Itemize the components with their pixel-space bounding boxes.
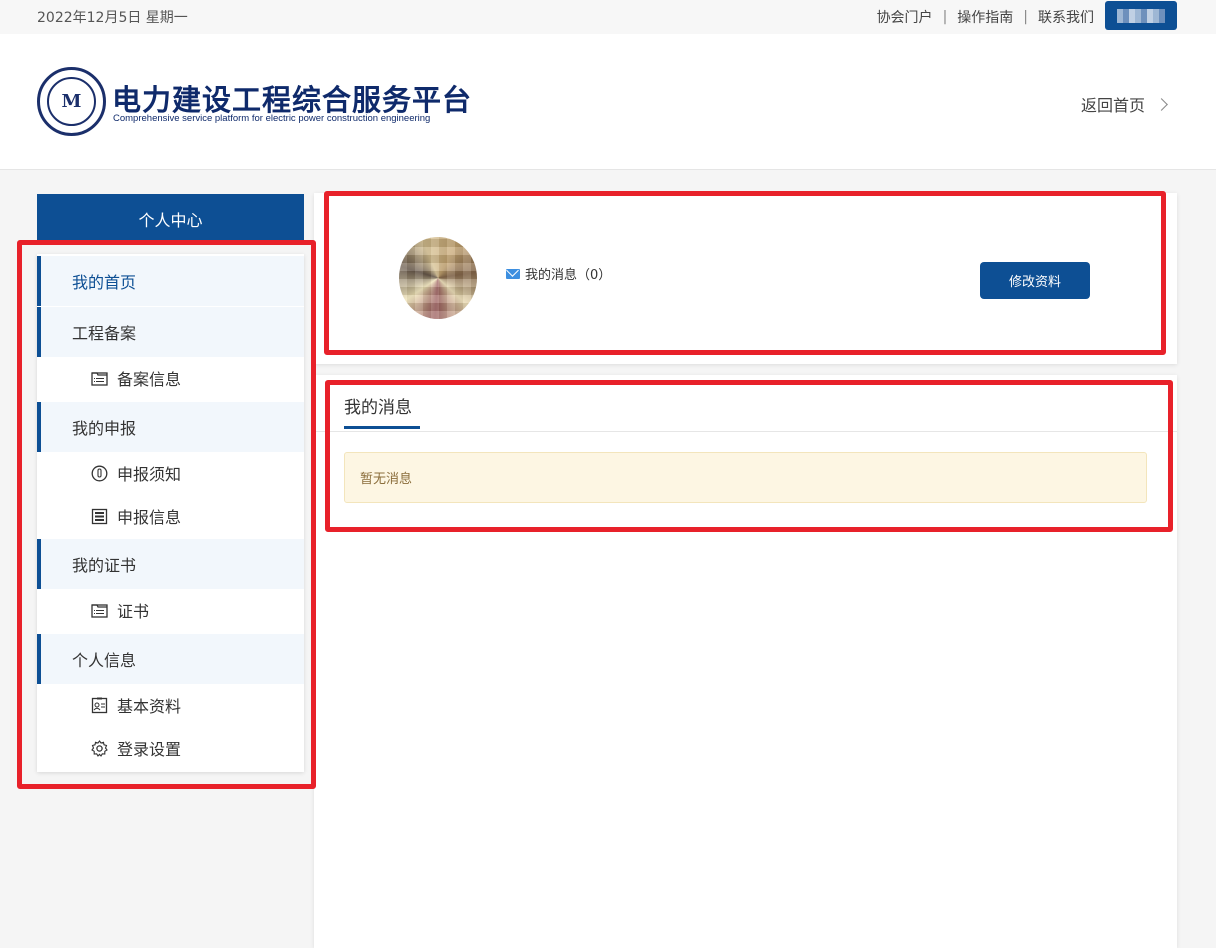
tab-divider [314,431,1177,432]
sidebar-item-label: 备案信息 [117,370,182,389]
sidebar-item-label: 证书 [117,602,150,621]
empty-messages-notice: 暂无消息 [344,452,1147,503]
document-list-icon [91,508,108,525]
sidebar-item-label: 申报信息 [117,508,182,527]
link-separator: | [1023,9,1028,25]
link-separator: | [942,9,948,25]
sidebar-menu: 我的首页 工程备案 备案信息 我的申报 申报须知 申报信息 我的证书 证书 个人… [37,254,304,772]
sidebar-item-label: 申报须知 [117,465,182,484]
current-date: 2022年12月5日 星期一 [37,10,188,26]
logo-emblem: M [47,77,96,126]
top-links: 协会门户 | 操作指南 | 联系我们 [877,7,1094,27]
back-home-link[interactable]: 返回首页 [1081,92,1168,116]
sidebar-item-basic-info[interactable]: 基本资料 [37,685,304,725]
logo-seal-icon[interactable]: M [37,67,106,136]
sidebar-group-my-applications[interactable]: 我的申报 [37,402,304,452]
link-contact-us[interactable]: 联系我们 [1038,7,1094,27]
top-bar: 2022年12月5日 星期一 协会门户 | 操作指南 | 联系我们 [0,0,1216,34]
sidebar-group-personal-info[interactable]: 个人信息 [37,634,304,684]
folder-list-icon [91,370,108,387]
sidebar-title: 个人中心 [37,194,304,244]
tab-my-messages[interactable]: 我的消息 [344,393,412,418]
gear-icon [91,739,108,757]
folder-list-icon [91,602,108,619]
sidebar-group-project-filing[interactable]: 工程备案 [37,307,304,357]
back-home-label: 返回首页 [1081,96,1146,115]
my-messages-link[interactable]: 我的消息（0） [506,264,611,283]
sidebar-item-filing-info[interactable]: 备案信息 [37,358,304,398]
sidebar-item-application-info[interactable]: 申报信息 [37,496,304,536]
sidebar-item-certificate[interactable]: 证书 [37,590,304,630]
sidebar-item-application-notice[interactable]: 申报须知 [37,453,304,493]
sidebar-group-my-certificates[interactable]: 我的证书 [37,539,304,589]
link-operation-guide[interactable]: 操作指南 [957,7,1013,27]
chevron-right-icon [1155,97,1168,111]
sidebar-item-login-settings[interactable]: 登录设置 [37,728,304,768]
site-header: M 电力建设工程综合服务平台 Comprehensive service pla… [0,34,1216,170]
user-name-redacted [1117,8,1165,23]
active-tab-indicator [344,426,420,429]
edit-profile-button[interactable]: 修改资料 [980,262,1090,299]
sidebar-item-label: 基本资料 [117,697,182,716]
mail-icon [506,268,520,279]
sidebar-item-label: 登录设置 [117,740,182,759]
user-avatar [399,237,477,319]
site-subtitle: Comprehensive service platform for elect… [113,113,431,124]
my-messages-label: 我的消息（0） [525,268,612,283]
user-account-button[interactable] [1105,1,1177,30]
sidebar-item-home[interactable]: 我的首页 [37,256,304,306]
id-card-icon [91,697,108,714]
info-circle-icon [91,465,108,482]
link-association-portal[interactable]: 协会门户 [877,7,933,27]
